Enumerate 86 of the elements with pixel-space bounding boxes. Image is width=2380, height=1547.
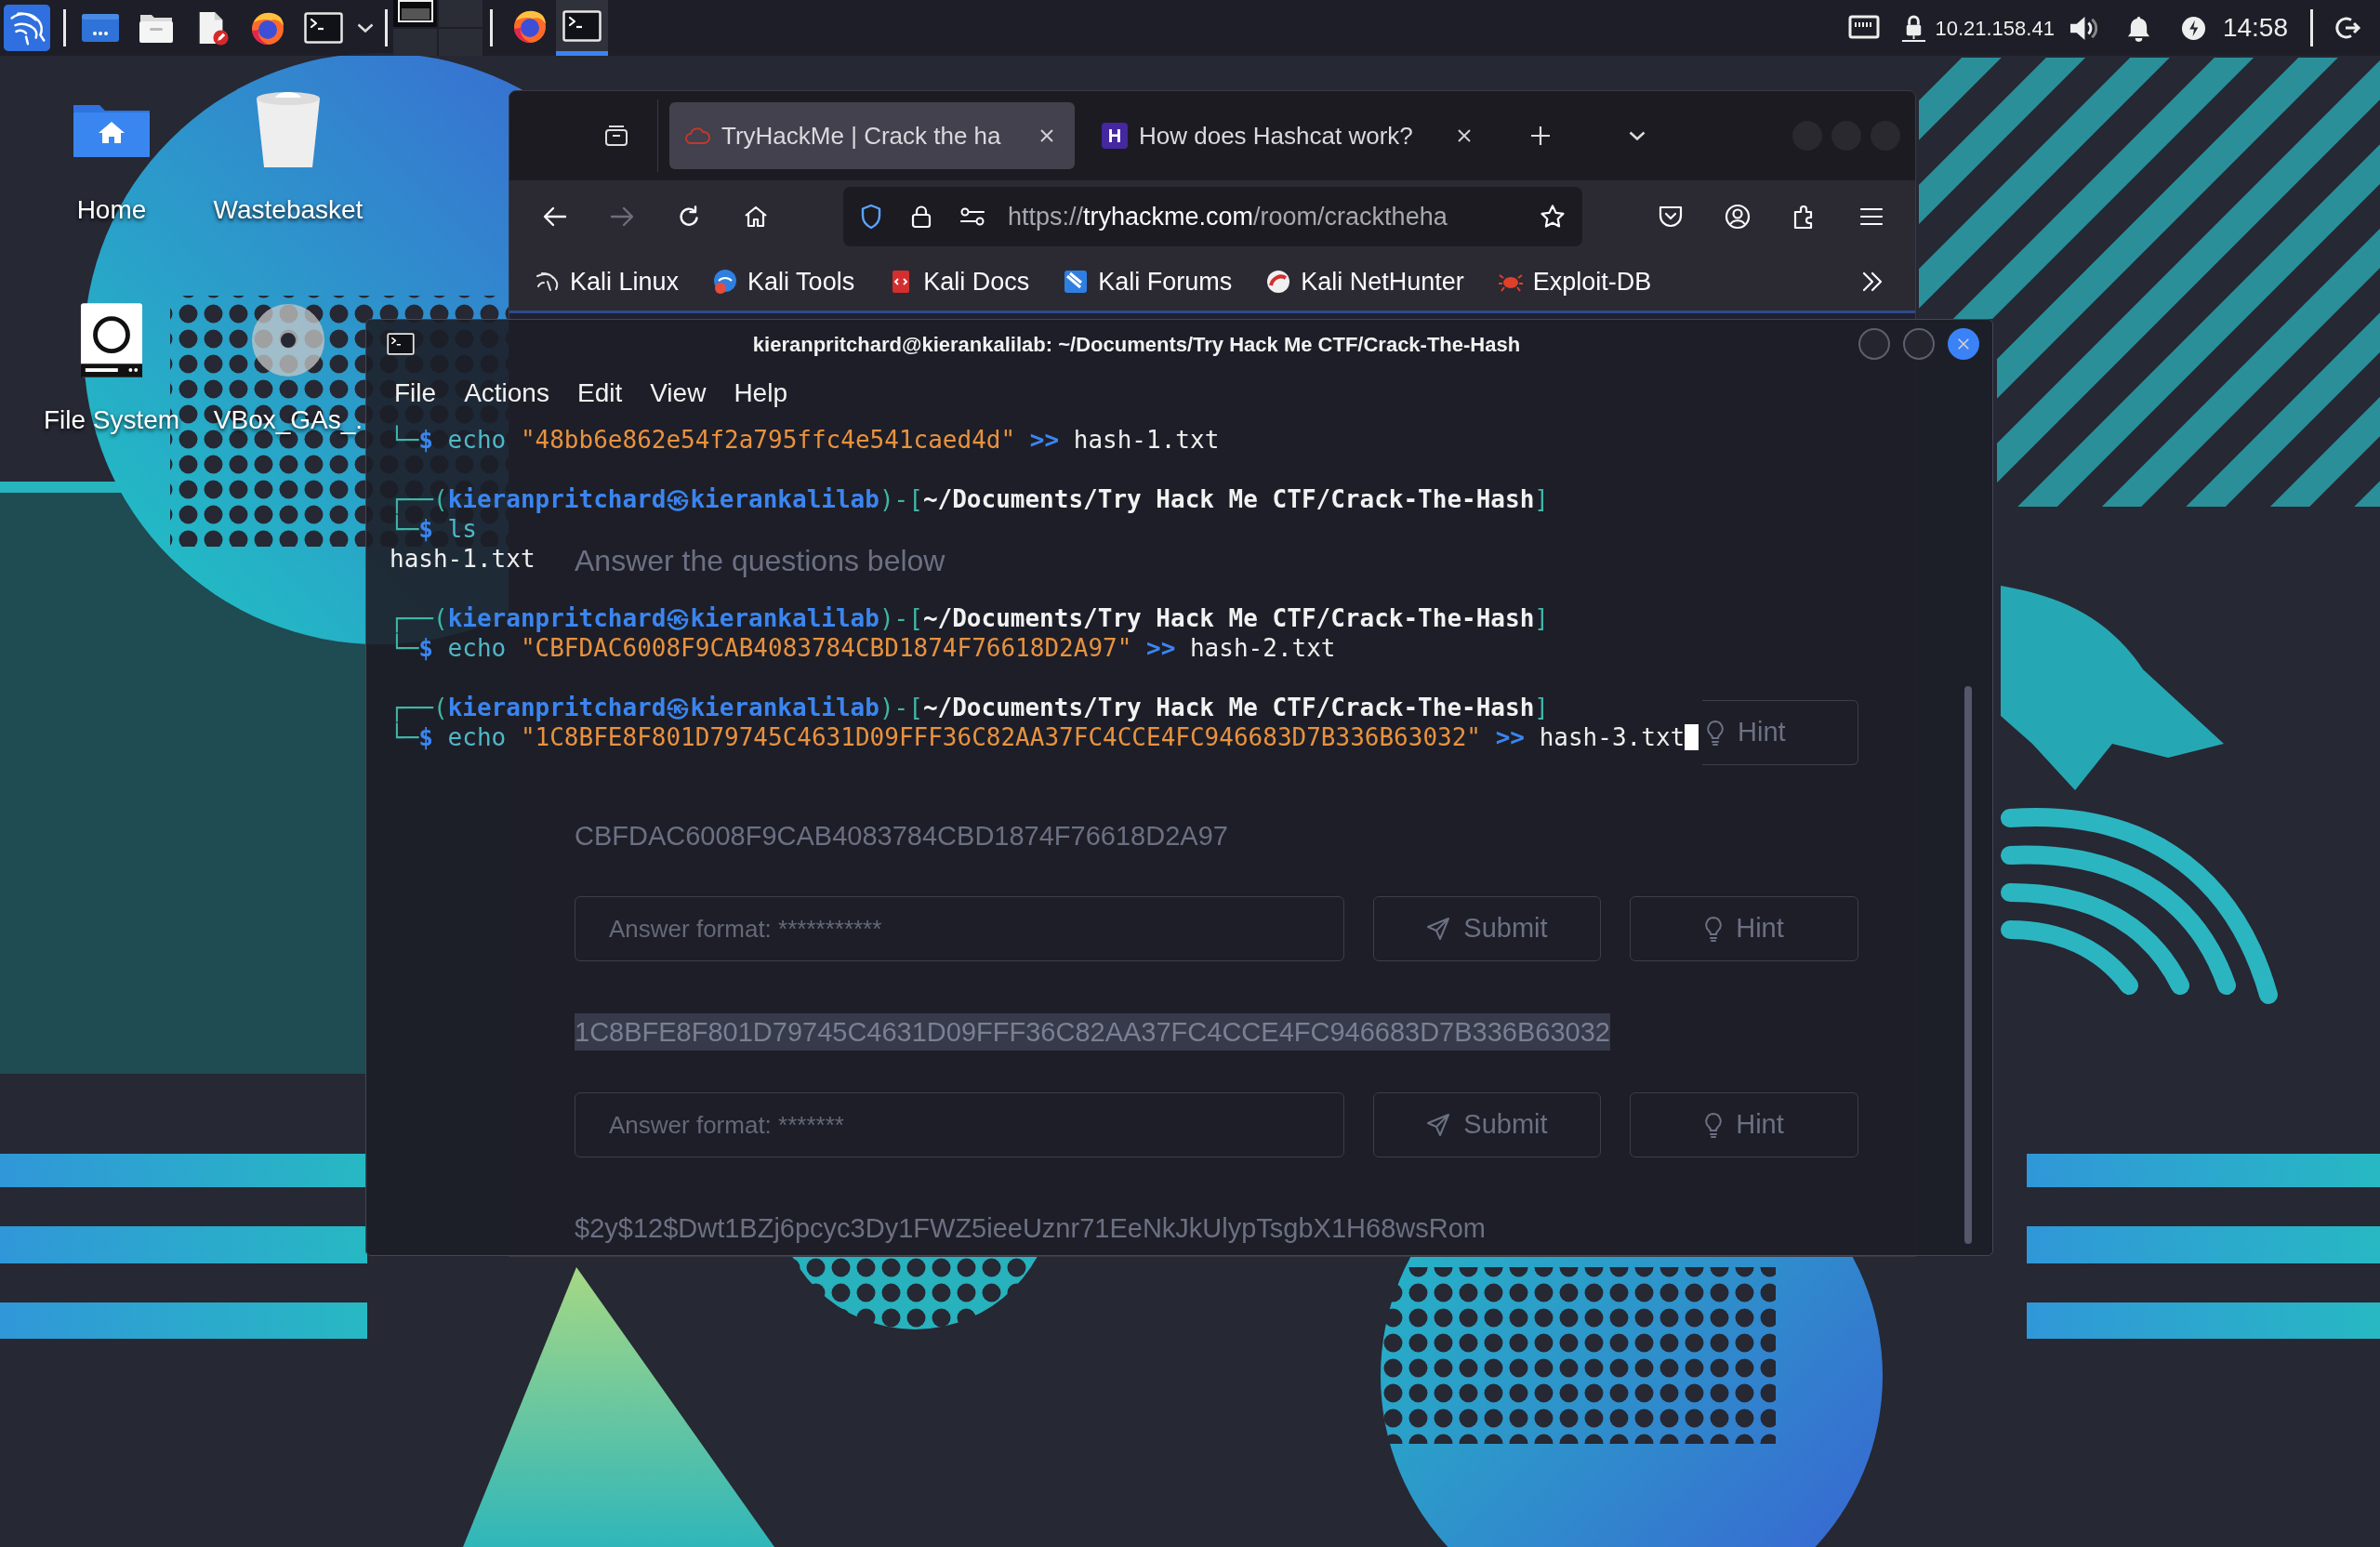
window-thumbnail-icon <box>397 0 433 22</box>
bookmark-link[interactable]: Exploit-DB <box>1491 261 1658 302</box>
cloud-icon <box>684 126 710 146</box>
answer-field[interactable]: Answer format: ******* <box>575 1092 1344 1157</box>
terminal-icon <box>562 9 602 42</box>
terminal-line: ┌──(kieranpritchard㉿kierankalilab)-[~/Documents/Try Hack Me CTF/Crack-The-Hash] <box>390 603 1549 633</box>
workspace-button[interactable] <box>393 0 437 27</box>
menu-item[interactable]: Help <box>734 374 787 413</box>
star-icon <box>1540 204 1566 230</box>
close-icon <box>1039 128 1054 143</box>
sliders-icon[interactable] <box>959 206 985 227</box>
lightning-icon <box>2180 15 2206 41</box>
round-logo-icon <box>712 269 739 295</box>
drive-icon <box>80 301 143 379</box>
logout-icon <box>2335 15 2361 41</box>
terminal-line: ┌──(kieranpritchard㉿kierankalilab)-[~/Documents/Try Hack Me CTF/Crack-The-Hash] <box>390 484 1549 514</box>
url-text[interactable]: https://tryhackme.com/room/cracktheha <box>1008 197 1448 236</box>
menu-item[interactable]: File <box>394 374 437 413</box>
close-icon <box>1957 337 1970 350</box>
desktop-shortcut[interactable]: File System <box>43 298 180 436</box>
wastebasket-icon <box>255 91 322 169</box>
notifications-button[interactable] <box>2126 14 2150 42</box>
minimize-button[interactable] <box>1858 328 1890 360</box>
terminal-line: └─$ ls <box>390 514 477 544</box>
browser-tab[interactable]: TryHackMe | Crack the ha <box>669 102 1075 169</box>
lightbulb-icon <box>1704 1112 1724 1138</box>
power-button[interactable] <box>2180 15 2206 41</box>
shield-icon[interactable] <box>860 204 882 230</box>
home-icon <box>744 205 768 228</box>
window-title: kieranpritchard@kierankalilab: ~/Documents/Try Hack Me CTF/Crack-The-Hash <box>751 331 1522 358</box>
answer-field[interactable]: Answer format: *********** <box>575 896 1344 961</box>
striped-tile-icon <box>1063 269 1090 295</box>
terminal-line: ┌──(kieranpritchard㉿kierankalilab)-[~/Documents/Try Hack Me CTF/Crack-The-Hash] <box>390 693 1549 722</box>
bookmark-link[interactable]: Kali Linux <box>529 261 685 302</box>
menu-icon <box>1859 207 1884 226</box>
terminal-line: └─$ echo "48bb6e862e54f2a795ffc4e541caed4d" >> hash-1.txt <box>390 425 1220 455</box>
bookmark-link[interactable]: Kali Forums <box>1057 261 1238 302</box>
vpn-button[interactable] <box>1900 13 1928 43</box>
menu-item[interactable]: Edit <box>576 374 623 413</box>
task-button[interactable] <box>556 0 608 56</box>
lightbulb-icon <box>1704 916 1724 942</box>
bookmark-link[interactable]: Kali Tools <box>707 261 861 302</box>
terminal-line: hash-1.txt <box>390 544 536 574</box>
hash-text: CBFDAC6008F9CAB4083784CBD1874F76618D2A97 <box>575 820 1228 853</box>
curves-logo-icon <box>4 5 50 51</box>
close-icon <box>1457 128 1472 143</box>
bookmark-link[interactable]: Kali Docs <box>882 261 1036 302</box>
logout-button[interactable] <box>2335 15 2361 41</box>
chevron-down-icon <box>1629 131 1646 140</box>
forward-icon <box>610 206 634 227</box>
close-button[interactable] <box>1948 328 1979 360</box>
ip-address-label: 10.21.158.41 <box>1935 15 2055 42</box>
swoosh-icon <box>1265 269 1292 295</box>
reload-icon <box>678 205 700 228</box>
chevron-down-icon <box>357 23 374 33</box>
tabs-icon <box>604 124 628 148</box>
lock-icon[interactable] <box>911 205 932 229</box>
plus-icon <box>1530 126 1551 146</box>
browser-tab[interactable]: H How does Hashcat work? <box>1087 102 1492 169</box>
save-icon <box>1658 205 1684 229</box>
window-dots-icon <box>81 12 120 44</box>
chevrons-right-icon <box>1861 271 1884 292</box>
ethernet-icon <box>1848 15 1881 41</box>
scrollbar[interactable] <box>1964 686 1972 1244</box>
bookmark-link[interactable]: Kali NetHunter <box>1260 261 1470 302</box>
clock-label: 14:58 <box>2222 12 2288 44</box>
paper-plane-icon <box>1426 917 1451 941</box>
lock-network-icon <box>1900 13 1928 43</box>
paper-plane-icon <box>1426 1113 1451 1137</box>
bell-icon <box>2126 14 2150 42</box>
hash-text: $2y$12$Dwt1BZj6pcyc3Dy1FWZ5ieeUznr71EeNkJkUlypTsgbX1H68wsRom <box>575 1212 1486 1245</box>
network-button[interactable] <box>1848 15 1881 41</box>
terminal-icon <box>304 12 343 44</box>
address-bar[interactable]: https://tryhackme.com/room/cracktheha <box>843 187 1582 246</box>
terminal-icon <box>387 333 415 355</box>
menu-item[interactable]: View <box>650 374 707 413</box>
tab-favicon: H <box>1102 123 1128 149</box>
maximize-button[interactable] <box>1903 328 1935 360</box>
hash-text: 1C8BFE8F801D79745C4631D09FFF36C82AA37FC4CCE4FC946683D7B336B63032 <box>575 1013 1610 1051</box>
back-icon <box>543 206 567 227</box>
lightbulb-icon <box>1706 720 1725 746</box>
account-icon <box>1725 204 1751 230</box>
section-heading: Answer the questions below <box>575 543 945 579</box>
terminal-line: └─$ echo "1C8BFE8F801D79745C4631D09FFF36C82AA37FC4CCE4FC946683D7B336B63032" >> hash-3.txt <box>390 722 1699 752</box>
terminal-line: └─$ echo "CBFDAC6008F9CAB4083784CBD1874F76618D2A97" >> hash-2.txt <box>390 633 1336 663</box>
menu-item[interactable]: Actions <box>464 374 549 413</box>
